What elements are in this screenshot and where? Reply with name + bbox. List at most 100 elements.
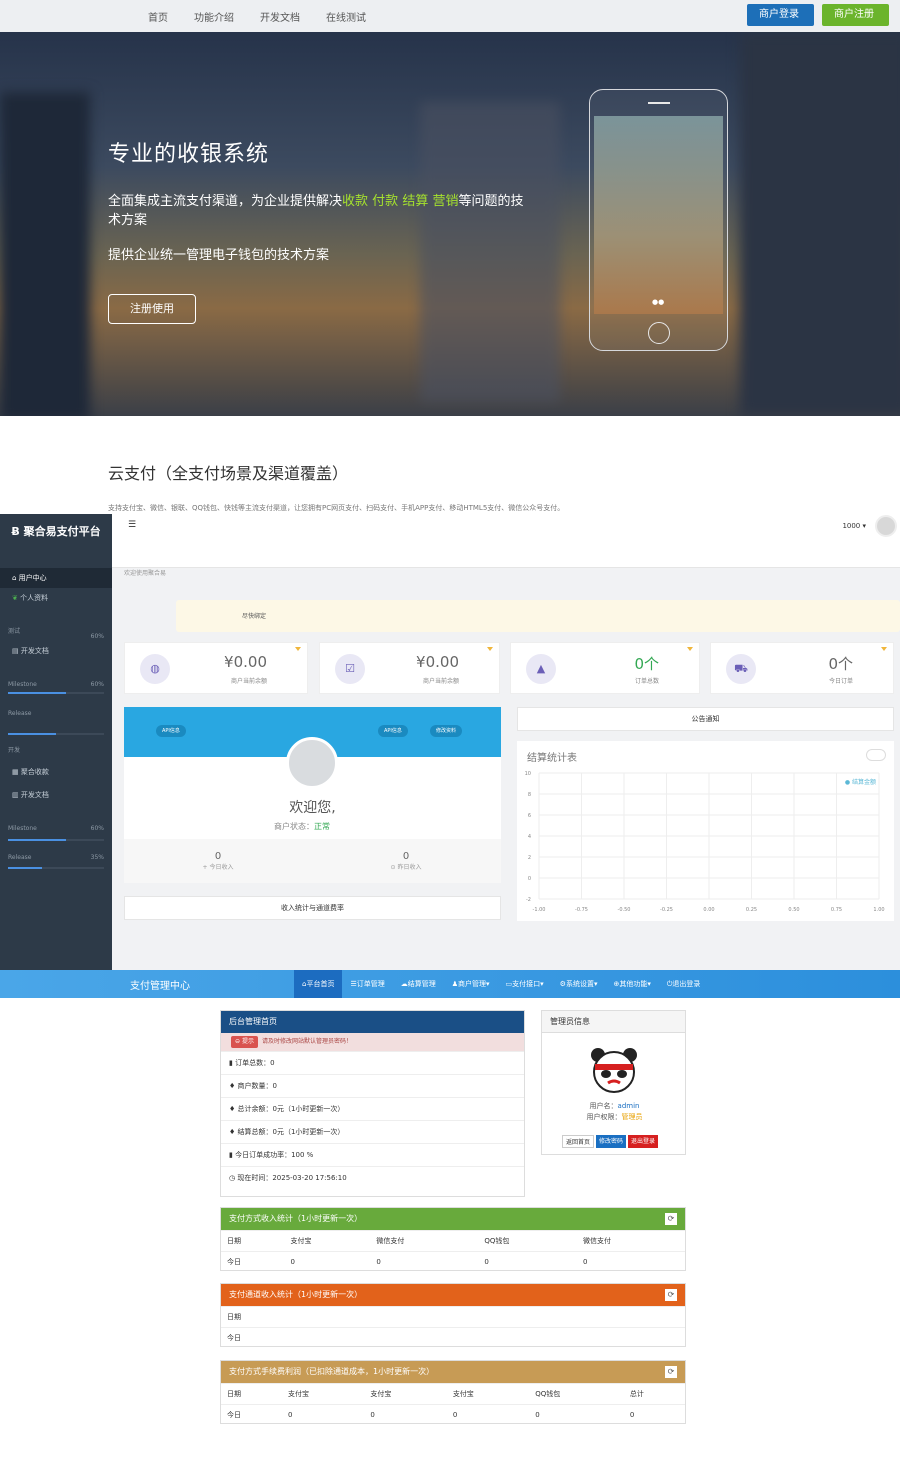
cloud-section-title: 云支付（全支付场景及渠道覆盖） <box>108 464 349 483</box>
merchant-login-button[interactable]: 商户登录 <box>747 4 814 26</box>
check-icon: ☑ <box>335 654 365 684</box>
chart-plot: -1.00 -0.75 -0.50 -0.25 0.00 0.25 0.50 0.75 1.00… <box>525 771 885 913</box>
logout-button[interactable]: 退出登录 <box>628 1135 659 1148</box>
nav-orders[interactable]: ☰订单管理 <box>342 970 392 998</box>
manager-username: 用户名：admin <box>589 1102 640 1110</box>
progress-fill <box>8 692 66 694</box>
api-info-tag[interactable]: API信息 <box>156 725 186 737</box>
milestone-label: Milestone <box>8 681 37 688</box>
sidebar-section-test: 测试 <box>8 628 21 635</box>
table-header-row: 日期 <box>221 1306 685 1328</box>
carousel-dots: ●● <box>652 298 665 306</box>
release-progress <box>8 867 104 869</box>
back-home-button[interactable]: 返回首页 <box>562 1135 595 1148</box>
card-corner-icon <box>881 647 887 651</box>
user-avatar[interactable] <box>875 515 897 537</box>
password-alert: ⊖ 提示 请及时修改网站默认管理员密码！ <box>221 1033 524 1051</box>
announcement-panel[interactable]: 公告通知 <box>517 707 894 731</box>
stat-balance: ♦ 总计余额：0元（1小时更新一次） <box>221 1097 524 1120</box>
manager-info-panel: 管理员信息 用户名：admin 用户权限：管理员 返回首页 修改密码 退出登录 <box>541 1010 686 1155</box>
y-tick-label: 10 <box>525 771 531 777</box>
sidebar-item-docs[interactable]: ▤ 开发文档 <box>0 641 112 661</box>
manager-role: 用户权限：管理员 <box>586 1113 643 1121</box>
x-tick-label: -0.75 <box>575 907 588 913</box>
change-password-button[interactable]: 修改密码 <box>596 1135 627 1148</box>
merchant-register-button[interactable]: 商户注册 <box>822 4 889 26</box>
nav-other[interactable]: ⊕其他功能▾ <box>605 970 658 998</box>
pay-method-stats-title: 支付方式收入统计（1小时更新一次） ⟳ <box>221 1208 685 1230</box>
progress-fill <box>8 867 42 869</box>
admin-home-panel: 后台管理首页 ⊖ 提示 请及时修改网站默认管理员密码！ ▮ 订单总数：0 ♦ 商户… <box>220 1010 525 1197</box>
nav-merchants[interactable]: ♟商户管理▾ <box>444 970 498 998</box>
milestone-label: Milestone <box>8 825 37 832</box>
nav-system-settings[interactable]: ⚙系统设置▾ <box>552 970 606 998</box>
channel-stats-panel: 支付通道收入统计（1小时更新一次） ⟳ 日期 今日 <box>220 1283 686 1349</box>
nav-logout[interactable]: ⏻退出登录 <box>659 970 709 998</box>
register-use-button[interactable]: 注册使用 <box>108 294 196 324</box>
card-corner-icon <box>295 647 301 651</box>
page: { "landing": { "nav": ["首页","功能介绍","开发文档… <box>0 0 900 1457</box>
fee-profit-panel: 支付方式手续费利润（已扣除通道成本，1小时更新一次） ⟳ 日期 支付宝 支付宝 支付宝 Q… <box>220 1360 686 1426</box>
yesterday-income: 0 ⊙ 昨日收入 <box>390 851 422 871</box>
cloud-section-description: 支持支付宝、微信、银联、QQ钱包、快钱等主流支付渠道，让您拥有PC网页支付、扫码… <box>108 504 565 512</box>
home-icon: ⌂ <box>12 574 19 582</box>
stat-orders-total: ▮ 订单总数：0 <box>221 1051 524 1074</box>
sidebar-item-profile[interactable]: ❦ 个人资料 <box>0 588 112 608</box>
refresh-icon[interactable]: ⟳ <box>665 1366 677 1378</box>
notice-text[interactable]: 尽快绑定 <box>242 611 266 620</box>
api-info-button[interactable]: API信息 <box>378 725 408 737</box>
wallet-icon: ◍ <box>140 654 170 684</box>
dashboard-logo: Ƀ 聚合易支付平台 <box>11 525 101 538</box>
income-summary: 0 + 今日收入 0 ⊙ 昨日收入 <box>124 839 501 883</box>
nav-home[interactable]: 首页 <box>148 9 168 24</box>
y-tick-label: 6 <box>528 813 531 819</box>
nav-platform-home[interactable]: ⌂平台首页 <box>294 970 343 998</box>
channel-stats-title: 支付通道收入统计（1小时更新一次） ⟳ <box>221 1284 685 1306</box>
manager-panel-title: 管理员信息 <box>542 1011 685 1033</box>
release-percent: 35% <box>90 854 104 861</box>
profile-avatar <box>286 737 338 789</box>
stat-card-balance-2: ☑ ¥0.00 商户当前余额 <box>319 642 500 694</box>
card-corner-icon <box>487 647 493 651</box>
nav-pay-interface[interactable]: ▭支付接口▾ <box>498 970 552 998</box>
sidebar-item-aggregate-pay[interactable]: ▦ 聚合收款 <box>0 762 112 782</box>
nav-settlement[interactable]: ☁结算管理 <box>393 970 444 998</box>
table-row: 今日 0 0 0 0 0 <box>221 1404 685 1426</box>
nav-test[interactable]: 在线测试 <box>326 9 366 24</box>
table-header-row: 日期 支付宝 微信支付 QQ钱包 微信支付 <box>221 1230 685 1252</box>
menu-toggle-icon[interactable]: ☰ <box>128 520 136 530</box>
bitcoin-icon: Ƀ <box>11 525 24 538</box>
user-dropdown[interactable]: 1000 ▾ <box>842 522 866 530</box>
sidebar-item-dev-docs[interactable]: ▥ 开发文档 <box>0 785 112 805</box>
phone-screen <box>594 116 723 314</box>
cart-icon: ⛟ <box>726 654 756 684</box>
stat-card-orders: ▲ 0个 订单总数 <box>510 642 700 694</box>
stat-value: 0个 <box>634 655 659 673</box>
fee-profit-title: 支付方式手续费利润（已扣除通道成本，1小时更新一次） ⟳ <box>221 1361 685 1383</box>
income-rates-button[interactable]: 收入统计与通道费率 <box>124 896 501 920</box>
release-progress <box>8 733 104 735</box>
hero-subdescription: 提供企业统一管理电子钱包的技术方案 <box>108 248 330 263</box>
refresh-icon[interactable]: ⟳ <box>665 1289 677 1301</box>
grid-icon: ▦ <box>12 768 21 776</box>
progress-fill <box>8 839 66 841</box>
release-label: Release <box>8 710 32 717</box>
card-corner-icon <box>687 647 693 651</box>
today-income: 0 + 今日收入 <box>202 851 234 871</box>
sidebar-item-user-center[interactable]: ⌂ 用户中心 <box>0 568 112 588</box>
pay-method-stats-panel: 支付方式收入统计（1小时更新一次） ⟳ 日期 支付宝 微信支付 QQ钱包 微信支付 今日 0… <box>220 1207 686 1273</box>
milestone-percent: 60% <box>90 825 104 832</box>
y-tick-label: -2 <box>526 897 531 903</box>
x-tick-label: 0.50 <box>788 907 799 913</box>
stat-card-balance: ◍ ¥0.00 商户当前余额 <box>124 642 308 694</box>
nav-features[interactable]: 功能介绍 <box>194 9 234 24</box>
merchant-dashboard: Ƀ 聚合易支付平台 ⌂ 用户中心 ❦ 个人资料 测试 60% ▤ 开发文档 Mi… <box>0 514 900 970</box>
nav-docs[interactable]: 开发文档 <box>260 9 300 24</box>
edit-profile-button[interactable]: 修改资料 <box>430 725 463 737</box>
x-tick-label: 0.75 <box>831 907 842 913</box>
hero-title: 专业的收银系统 <box>108 142 270 167</box>
building-shape <box>0 92 90 416</box>
refresh-icon[interactable]: ⟳ <box>665 1213 677 1225</box>
book-icon: ▥ <box>12 791 21 799</box>
stat-merchants: ♦ 商户数量：0 <box>221 1074 524 1097</box>
